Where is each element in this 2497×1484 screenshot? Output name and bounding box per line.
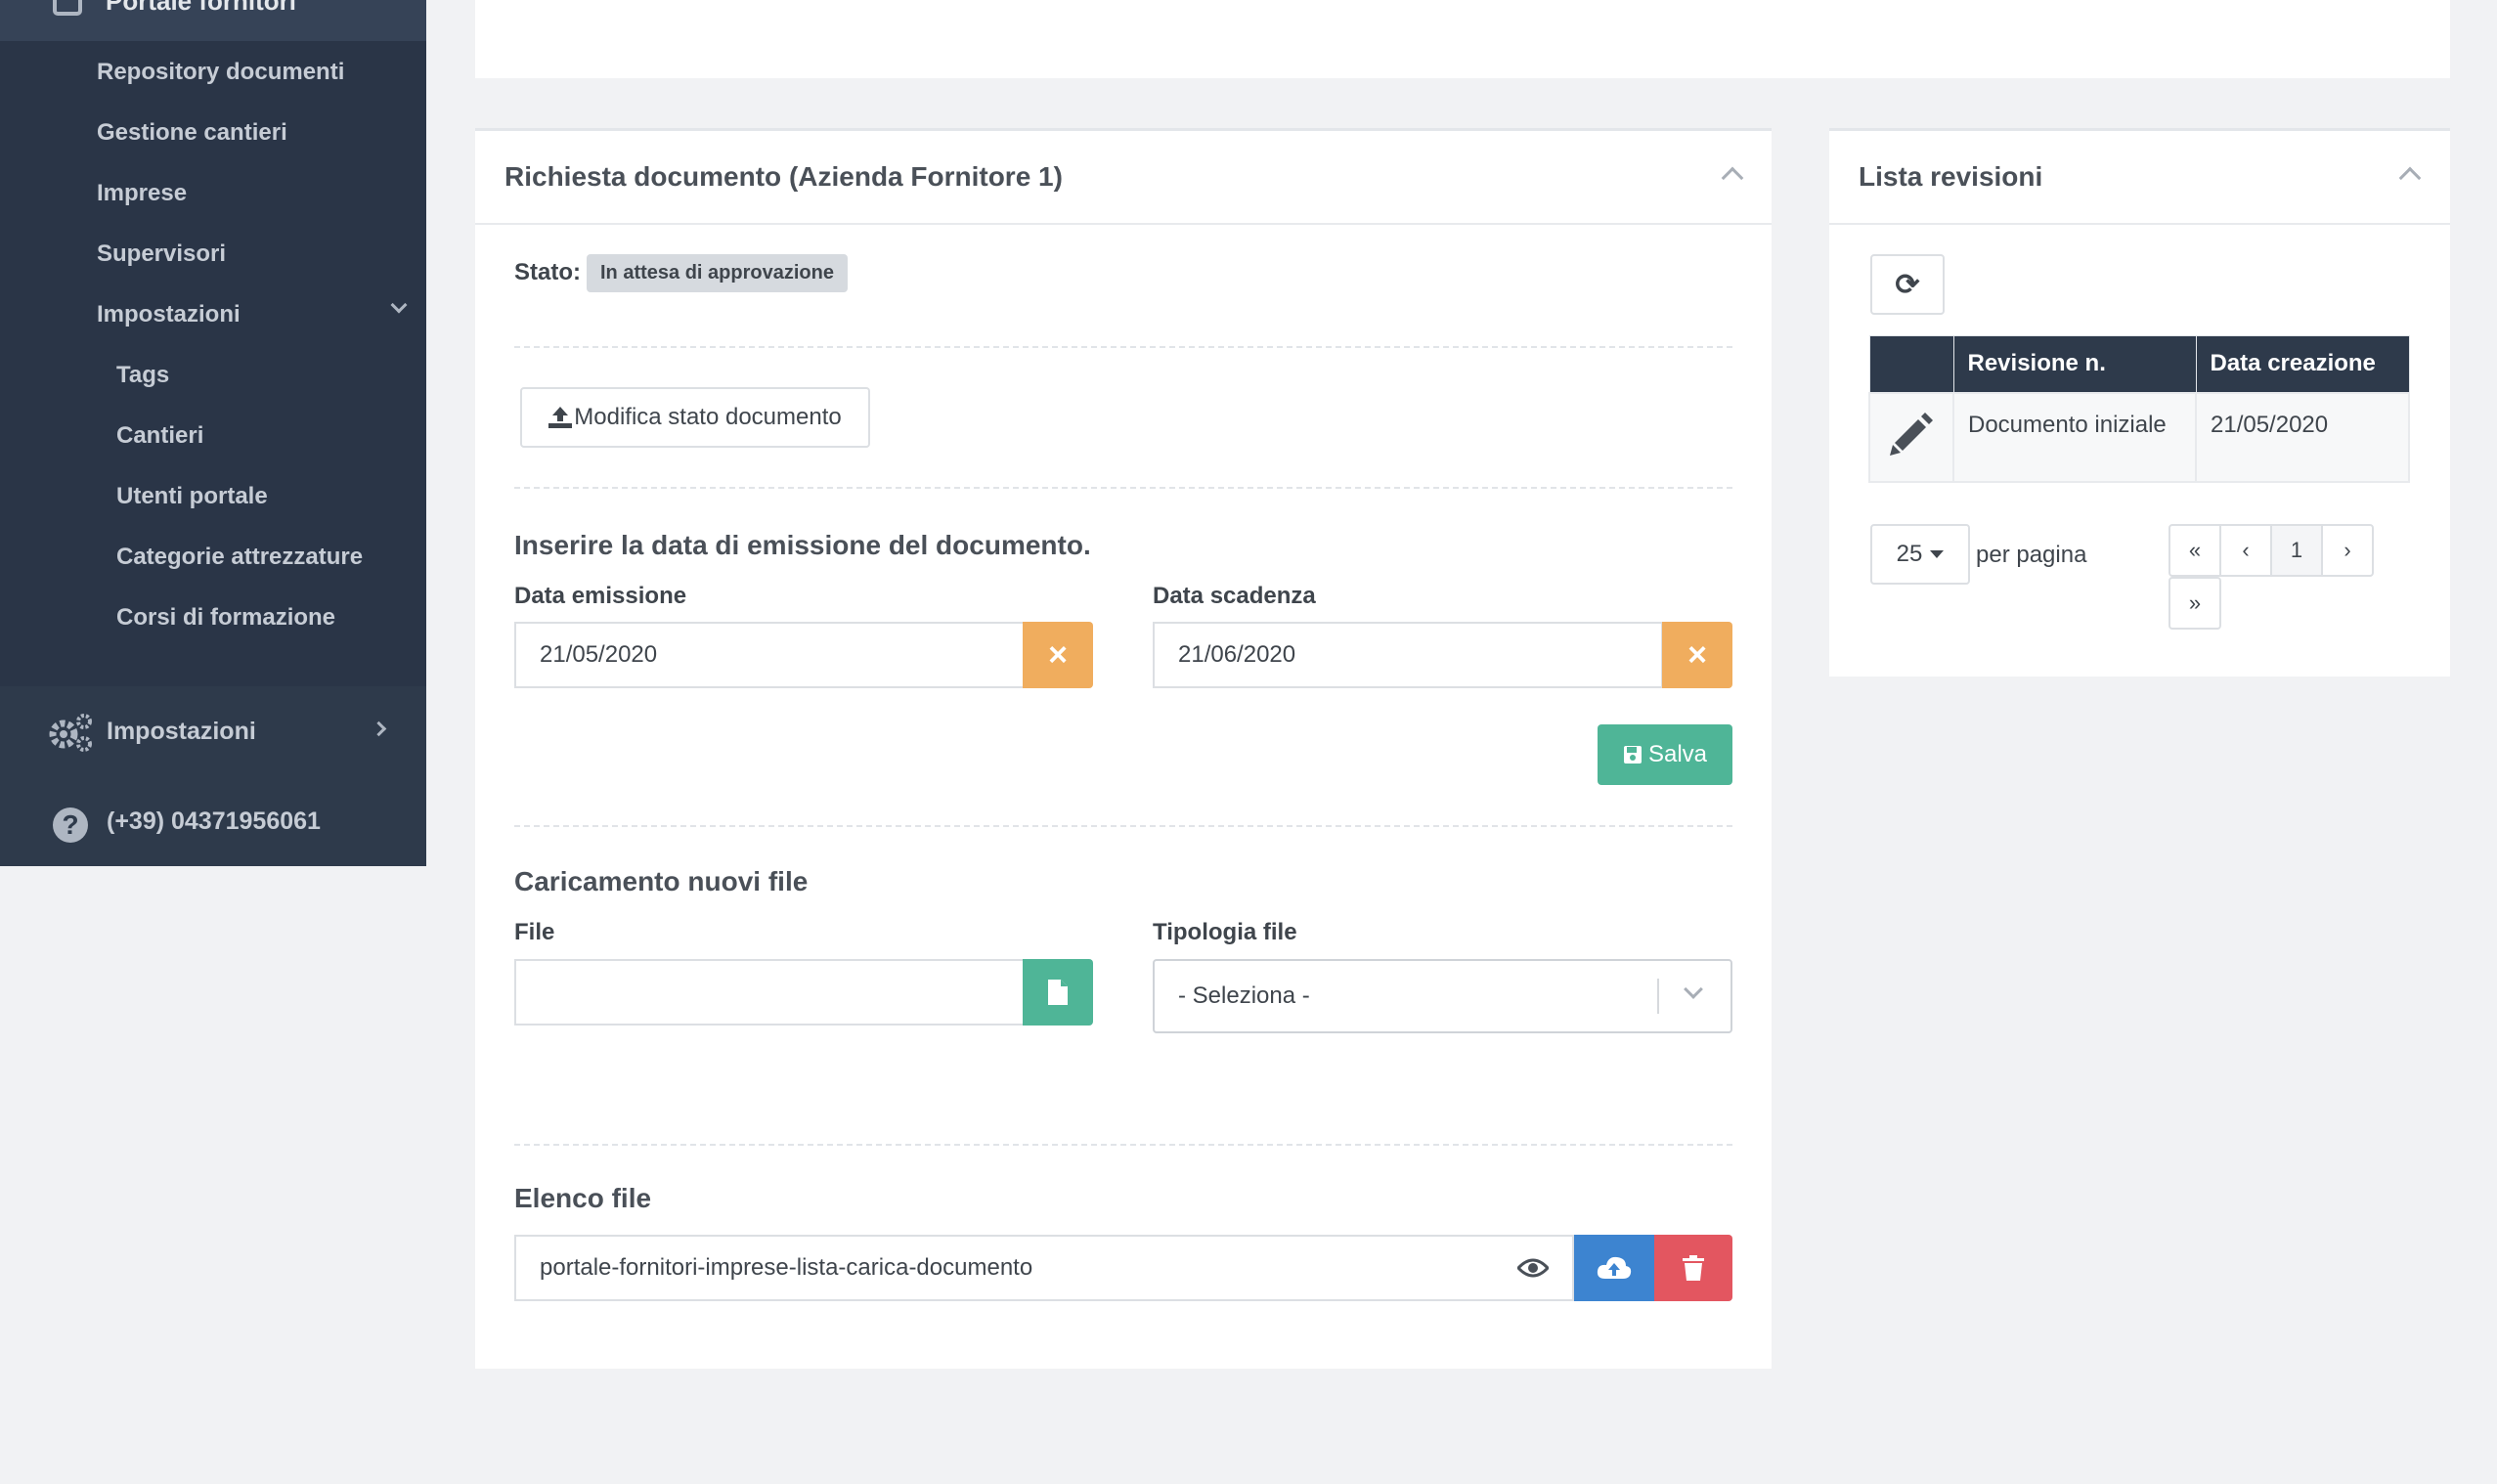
- chevron-down-icon[interactable]: [390, 296, 408, 314]
- close-icon: ×: [1048, 636, 1068, 674]
- upload-file-button[interactable]: [1574, 1235, 1654, 1301]
- file-list-title: Elenco file: [514, 1183, 652, 1213]
- caret-down-icon: [1930, 550, 1945, 558]
- issue-date-label: Data emissione: [514, 583, 687, 609]
- sidebar-item-cantieri[interactable]: Cantieri: [116, 422, 203, 450]
- divider: [514, 487, 1732, 489]
- clear-expiry-date-button[interactable]: ×: [1662, 622, 1732, 688]
- collapse-icon[interactable]: [1721, 166, 1744, 190]
- document-request-panel: Richiesta documento (Azienda Fornitore 1…: [475, 128, 1772, 1369]
- sidebar-item-supervisori[interactable]: Supervisori: [97, 240, 226, 268]
- revisions-table: Revisione n. Data creazione Documento in…: [1868, 335, 2410, 483]
- table-header-row: Revisione n. Data creazione: [1868, 335, 2410, 393]
- file-icon: [1048, 980, 1068, 1005]
- trash-icon: [1683, 1255, 1704, 1281]
- page-size-value: 25: [1896, 541, 1923, 567]
- table-header-date: Data creazione: [2195, 335, 2410, 393]
- upload-section-title: Caricamento nuovi file: [514, 866, 809, 896]
- sidebar-item-tags[interactable]: Tags: [116, 362, 169, 389]
- folder-icon: [53, 0, 82, 16]
- divider: [514, 346, 1732, 348]
- sidebar-item-repository-documenti[interactable]: Repository documenti: [97, 59, 344, 86]
- file-name-field: portale-fornitori-imprese-lista-carica-d…: [514, 1235, 1496, 1301]
- pagination-last[interactable]: »: [2168, 577, 2221, 630]
- save-icon: [1623, 746, 1642, 764]
- sidebar-item-label: Portale fornitori: [106, 0, 297, 16]
- top-panel: [475, 0, 2450, 78]
- divider: [514, 1144, 1732, 1146]
- refresh-icon: ⟳: [1895, 268, 1920, 301]
- panel-title: Lista revisioni: [1859, 161, 2043, 192]
- sidebar-item-portale-fornitori[interactable]: Portale fornitori: [0, 0, 426, 41]
- save-button[interactable]: Salva: [1598, 724, 1732, 785]
- sidebar-item-phone[interactable]: ? (+39) 04371956061: [0, 776, 426, 866]
- save-button-label: Salva: [1647, 741, 1708, 767]
- table-cell-revision: Documento iniziale: [1952, 391, 2197, 483]
- sidebar: Portale fornitori Repository documenti G…: [0, 0, 426, 866]
- panel-header: Lista revisioni: [1829, 131, 2450, 225]
- expiry-date-label: Data scadenza: [1153, 583, 1316, 609]
- refresh-button[interactable]: ⟳: [1870, 254, 1945, 315]
- cloud-upload-icon: [1597, 1256, 1632, 1279]
- file-input[interactable]: [514, 959, 1025, 1026]
- select-separator: [1657, 979, 1659, 1014]
- phone-number: (+39) 04371956061: [107, 807, 321, 835]
- file-type-label: Tipologia file: [1153, 919, 1297, 945]
- modify-status-label: Modifica stato documento: [574, 404, 842, 430]
- table-row: Documento iniziale 21/05/2020: [1868, 391, 2410, 483]
- status-label: Stato:: [514, 259, 581, 285]
- sidebar-item-gestione-cantieri[interactable]: Gestione cantieri: [97, 119, 287, 147]
- chevron-down-icon: [1684, 980, 1703, 999]
- upload-icon: [548, 407, 573, 428]
- pagination-next[interactable]: ›: [2321, 524, 2374, 577]
- pagination-prev[interactable]: ‹: [2219, 524, 2272, 577]
- sidebar-submenu: Repository documenti Gestione cantieri I…: [0, 41, 426, 686]
- file-type-select[interactable]: - Seleziona -: [1153, 959, 1732, 1033]
- eye-icon: [1517, 1258, 1549, 1278]
- sidebar-item-imprese[interactable]: Imprese: [97, 180, 187, 207]
- clear-issue-date-button[interactable]: ×: [1023, 622, 1093, 688]
- collapse-icon[interactable]: [2398, 166, 2422, 190]
- table-cell-date: 21/05/2020: [2195, 391, 2410, 483]
- pencil-icon[interactable]: [1889, 412, 1934, 457]
- file-label: File: [514, 919, 555, 945]
- revisions-panel: Lista revisioni ⟳ Revisione n. Data crea…: [1829, 128, 2450, 677]
- sidebar-item-utenti-portale[interactable]: Utenti portale: [116, 483, 268, 510]
- divider: [514, 825, 1732, 827]
- per-page-label: per pagina: [1976, 542, 2087, 568]
- expiry-date-input[interactable]: 21/06/2020: [1153, 622, 1663, 688]
- sidebar-item-corsi-di-formazione[interactable]: Corsi di formazione: [116, 604, 335, 632]
- table-cell-action: [1868, 391, 1954, 483]
- sidebar-item-impostazioni-sub[interactable]: Impostazioni: [97, 301, 241, 328]
- view-file-button[interactable]: [1494, 1235, 1574, 1301]
- table-header-revision: Revisione n.: [1952, 335, 2197, 393]
- issue-date-input[interactable]: 21/05/2020: [514, 622, 1025, 688]
- page-size-select[interactable]: 25: [1870, 524, 1970, 585]
- pagination-page-1[interactable]: 1: [2270, 524, 2323, 577]
- browse-file-button[interactable]: [1023, 959, 1093, 1026]
- close-icon: ×: [1687, 636, 1707, 674]
- delete-file-button[interactable]: [1654, 1235, 1732, 1301]
- sidebar-item-categorie-attrezzature[interactable]: Categorie attrezzature: [116, 544, 363, 571]
- gears-icon: [49, 714, 92, 752]
- sidebar-item-label: Impostazioni: [107, 718, 256, 745]
- status-badge: In attesa di approvazione: [587, 254, 848, 292]
- file-type-selected: - Seleziona -: [1178, 982, 1310, 1009]
- table-header-actions: [1868, 335, 1954, 393]
- date-section-title: Inserire la data di emissione del docume…: [514, 530, 1091, 560]
- panel-header: Richiesta documento (Azienda Fornitore 1…: [475, 131, 1772, 225]
- panel-title: Richiesta documento (Azienda Fornitore 1…: [504, 161, 1063, 192]
- modify-status-button[interactable]: Modifica stato documento: [520, 387, 870, 448]
- question-circle-icon: ?: [53, 807, 88, 843]
- chevron-right-icon: [371, 720, 387, 737]
- pagination-first[interactable]: «: [2168, 524, 2221, 577]
- sidebar-item-impostazioni[interactable]: Impostazioni: [0, 686, 426, 776]
